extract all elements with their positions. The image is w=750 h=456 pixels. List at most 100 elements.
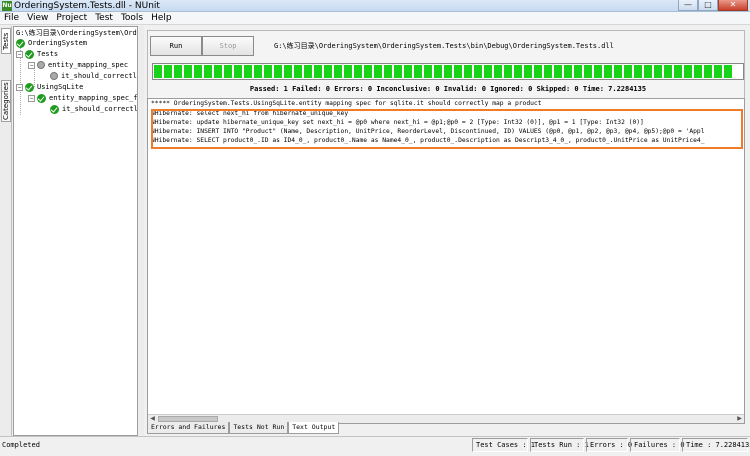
tab-errors-and-failures[interactable]: Errors and Failures	[147, 422, 230, 434]
progress-segment	[614, 65, 622, 78]
progress-segment	[724, 65, 732, 78]
nunit-icon: Nu	[2, 1, 12, 11]
tree-node-usingsqlite[interactable]: − UsingSqLite	[16, 82, 83, 92]
progress-segment	[444, 65, 452, 78]
progress-segment	[414, 65, 422, 78]
collapse-icon[interactable]: −	[16, 83, 23, 91]
tree-node-entity-mapping-spec[interactable]: − entity_mapping_spec	[28, 60, 128, 70]
tree-node-tests[interactable]: − Tests	[16, 49, 58, 59]
progress-bar	[152, 63, 744, 80]
not-run-icon	[37, 61, 45, 69]
tree-node-label: OrderingSystem	[28, 39, 88, 47]
scroll-right-icon[interactable]: ▶	[735, 415, 744, 423]
tree-node-label: UsingSqLite	[37, 83, 84, 91]
progress-segment	[424, 65, 432, 78]
progress-segment	[244, 65, 252, 78]
status-text: Completed	[2, 441, 40, 449]
progress-segment	[604, 65, 612, 78]
progress-segment	[564, 65, 572, 78]
minimize-button[interactable]: —	[678, 0, 698, 11]
progress-segment	[284, 65, 292, 78]
title-bar: Nu OrderingSystem.Tests.dll - NUnit — □ …	[0, 0, 750, 12]
progress-segment	[714, 65, 722, 78]
progress-segment	[154, 65, 162, 78]
tab-text-output[interactable]: Text Output	[288, 422, 340, 434]
progress-segment	[214, 65, 222, 78]
assembly-path: G:\练习目录\OrderingSystem\OrderingSystem.Te…	[274, 42, 614, 50]
progress-segment	[644, 65, 652, 78]
tab-tests[interactable]: Tests	[1, 28, 11, 54]
result-tabs: Errors and Failures Tests Not Run Text O…	[147, 422, 340, 434]
progress-segment	[304, 65, 312, 78]
menu-help[interactable]: Help	[147, 12, 176, 24]
run-button[interactable]: Run	[150, 36, 202, 56]
output-header: ***** OrderingSystem.Tests.UsingSqLite.e…	[151, 100, 542, 107]
tree-node-orderingsystem[interactable]: OrderingSystem	[16, 38, 87, 48]
progress-segment	[314, 65, 322, 78]
progress-segment	[324, 65, 332, 78]
progress-segment	[454, 65, 462, 78]
menu-file[interactable]: File	[0, 12, 23, 24]
progress-segment	[184, 65, 192, 78]
menu-test[interactable]: Test	[91, 12, 117, 24]
maximize-button[interactable]: □	[698, 0, 718, 11]
status-tests-run: Tests Run : 1	[530, 438, 589, 452]
progress-segment	[574, 65, 582, 78]
window-controls: — □ ✕	[678, 0, 748, 11]
collapse-icon[interactable]: −	[28, 94, 35, 102]
progress-segment	[374, 65, 382, 78]
passed-check-icon	[50, 104, 59, 114]
progress-segment	[674, 65, 682, 78]
stop-button[interactable]: Stop	[202, 36, 254, 56]
progress-segment	[464, 65, 472, 78]
progress-segment	[274, 65, 282, 78]
progress-segment	[384, 65, 392, 78]
progress-segment	[624, 65, 632, 78]
tab-categories[interactable]: Categories	[1, 80, 11, 122]
progress-segment	[434, 65, 442, 78]
tree-node-entity-mapping-spec-fo[interactable]: − entity_mapping_spec_fo	[28, 93, 138, 103]
progress-segment	[394, 65, 402, 78]
progress-fill	[154, 65, 742, 78]
passed-check-icon	[25, 82, 34, 92]
test-tree[interactable]: G:\练习目录\OrderingSystem\Ordering Ordering…	[13, 26, 138, 436]
menu-view[interactable]: View	[23, 12, 52, 24]
text-output-box[interactable]: ***** OrderingSystem.Tests.UsingSqLite.e…	[147, 98, 745, 424]
progress-segment	[164, 65, 172, 78]
status-bar: Completed Test Cases : 1 Tests Run : 1 E…	[0, 436, 750, 456]
progress-segment	[204, 65, 212, 78]
collapse-icon[interactable]: −	[28, 61, 35, 69]
tree-node-label: entity_mapping_spec	[48, 61, 129, 69]
progress-segment	[584, 65, 592, 78]
menu-project[interactable]: Project	[52, 12, 91, 24]
progress-segment	[534, 65, 542, 78]
tree-node-label: entity_mapping_spec_fo	[49, 94, 138, 102]
progress-segment	[404, 65, 412, 78]
progress-segment	[364, 65, 372, 78]
highlight-box	[151, 109, 743, 149]
tree-node-label: it_should_correctly_ma	[61, 72, 137, 80]
progress-segment	[354, 65, 362, 78]
progress-segment	[344, 65, 352, 78]
results-panel: Run Stop G:\练习目录\OrderingSystem\Ordering…	[144, 26, 748, 436]
tab-tests-not-run[interactable]: Tests Not Run	[229, 422, 289, 434]
progress-segment	[264, 65, 272, 78]
progress-segment	[694, 65, 702, 78]
progress-segment	[484, 65, 492, 78]
progress-segment	[294, 65, 302, 78]
collapse-icon[interactable]: −	[16, 50, 23, 58]
status-failures: Failures : 0	[630, 438, 685, 452]
status-time: Time : 7.2284135	[682, 438, 750, 452]
close-button[interactable]: ✕	[718, 0, 748, 11]
tree-node-it-should-correctly-ma[interactable]: it_should_correctly_ma	[50, 71, 137, 81]
not-run-icon	[50, 72, 58, 80]
progress-segment	[254, 65, 262, 78]
menu-tools[interactable]: Tools	[117, 12, 147, 24]
progress-segment	[634, 65, 642, 78]
progress-segment	[234, 65, 242, 78]
passed-check-icon	[37, 93, 46, 103]
tree-node-it-should-correctly[interactable]: it_should_correctly	[50, 104, 138, 114]
tree-node-label: it_should_correctly	[62, 105, 138, 113]
window-title: OrderingSystem.Tests.dll - NUnit	[14, 1, 160, 11]
run-stats: Passed: 1 Failed: 0 Errors: 0 Inconclusi…	[249, 85, 647, 93]
